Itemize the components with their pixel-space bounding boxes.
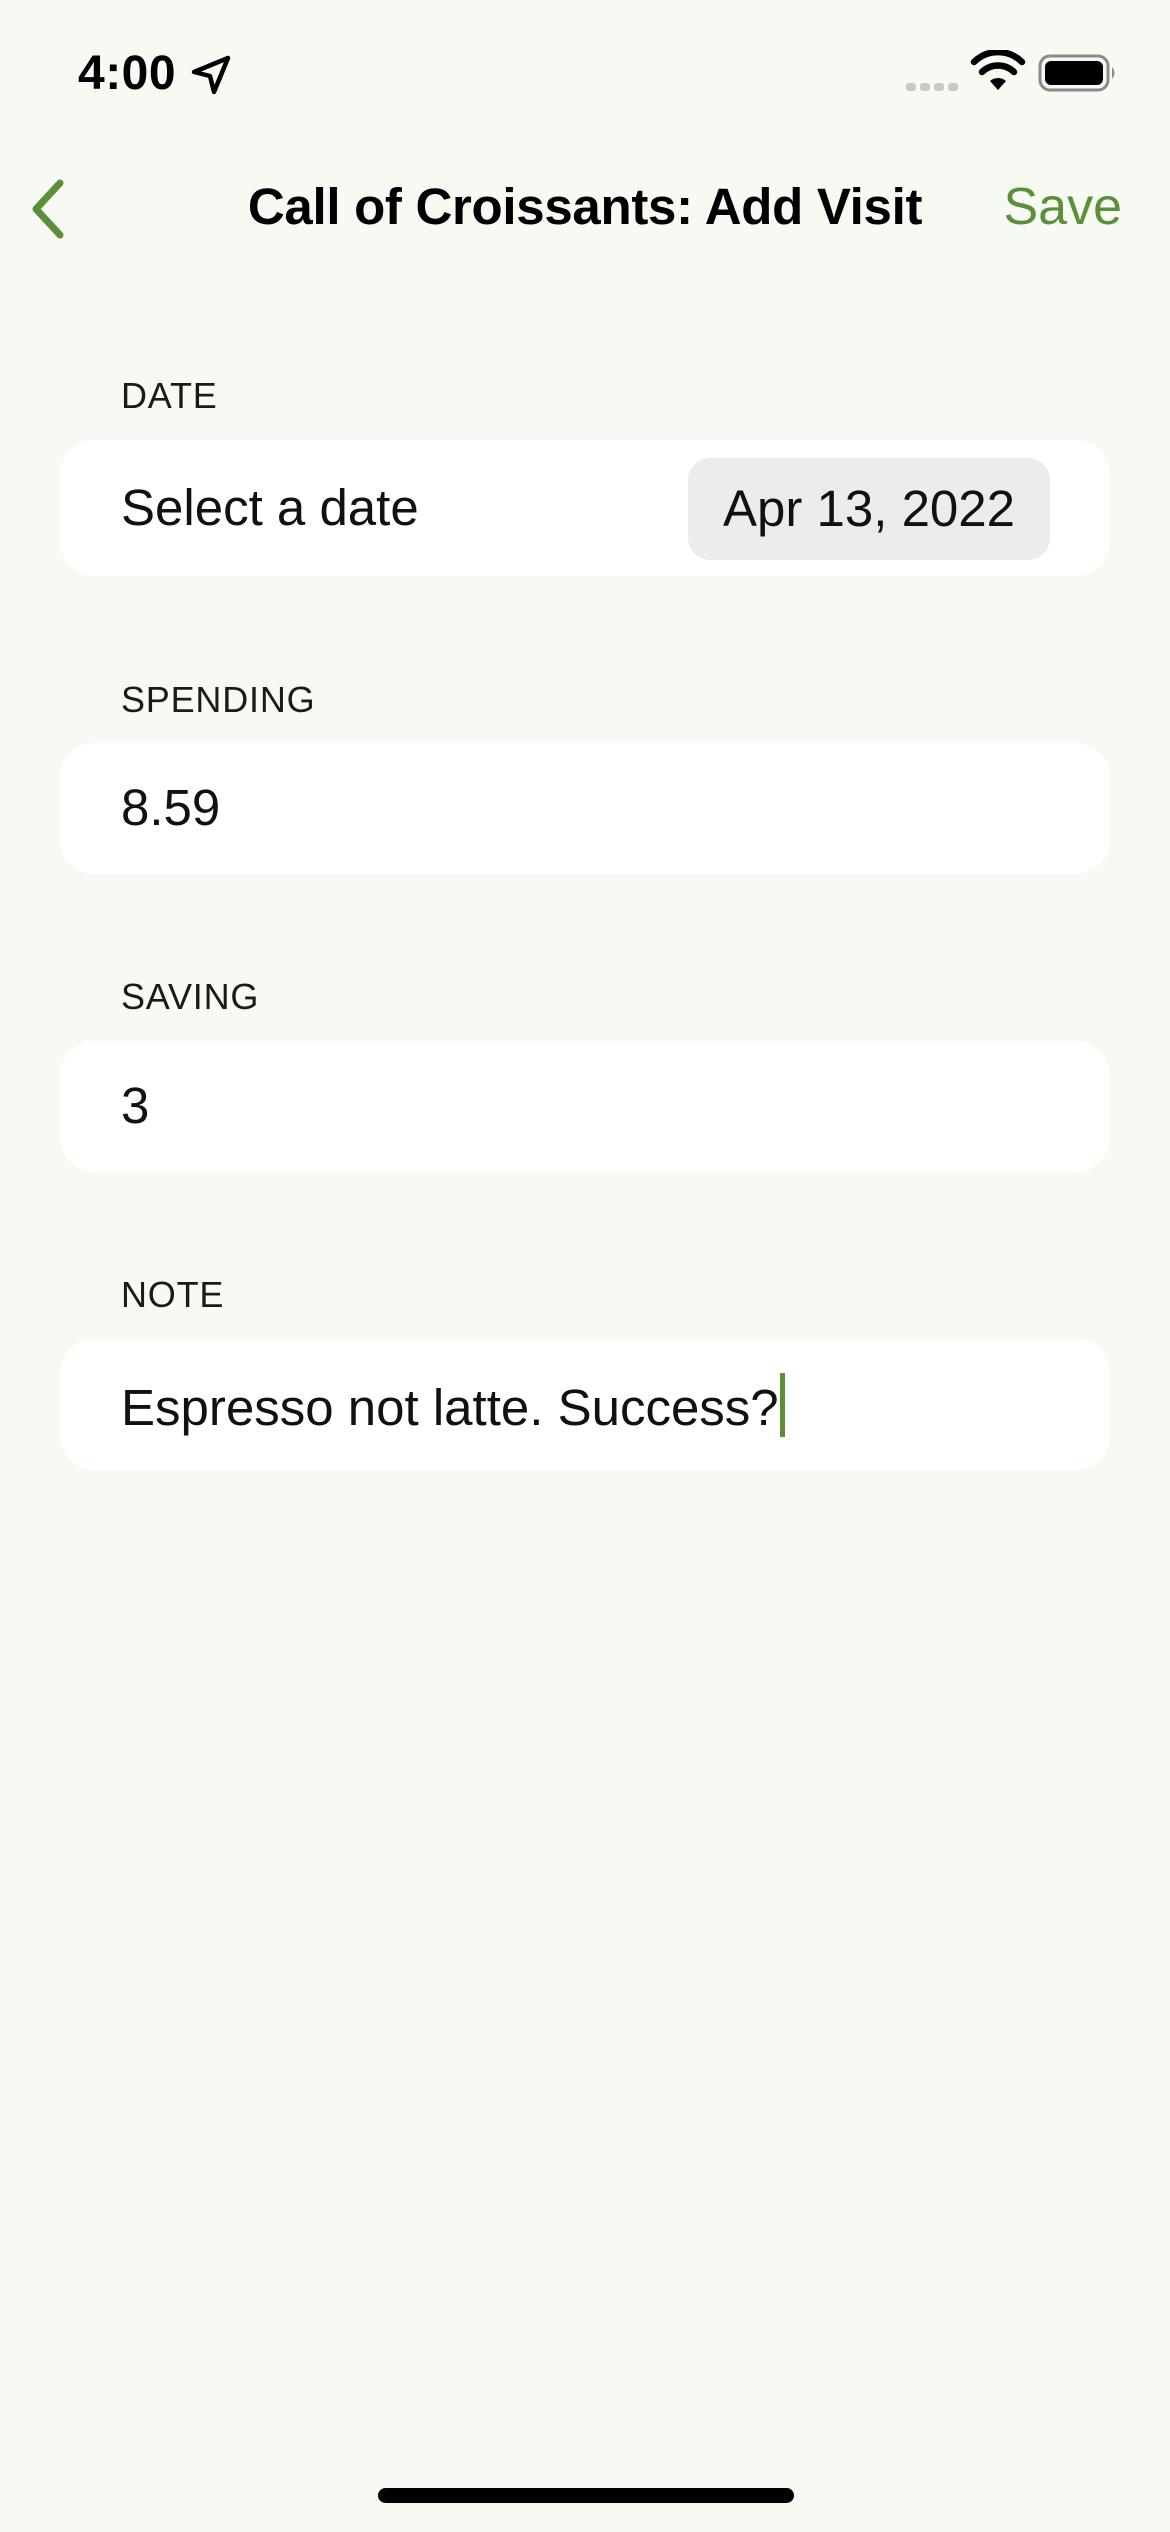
status-bar: 4:00 <box>0 0 1170 150</box>
saving-value: 3 <box>121 1077 150 1134</box>
spending-section-header: SPENDING <box>121 679 316 720</box>
spending-input[interactable]: 8.59 <box>60 743 1110 874</box>
page-title: Call of Croissants: Add Visit <box>247 178 923 235</box>
cellular-signal-icon <box>906 83 958 91</box>
note-card: Espresso not latte. Success? <box>60 1339 1110 1470</box>
spending-value: 8.59 <box>121 779 221 836</box>
spending-card: 8.59 <box>60 743 1110 874</box>
date-picker-button[interactable]: Apr 13, 2022 <box>688 458 1050 560</box>
save-button[interactable]: Save <box>1003 174 1122 240</box>
date-label: Select a date <box>121 479 419 536</box>
navigation-bar: Call of Croissants: Add Visit Save <box>0 150 1170 266</box>
saving-input[interactable]: 3 <box>60 1041 1110 1172</box>
saving-card: 3 <box>60 1041 1110 1172</box>
status-time: 4:00 <box>78 47 177 100</box>
note-value-line: Espresso not latte. Success? <box>121 1373 785 1439</box>
date-section-header: DATE <box>121 375 218 416</box>
note-section-header: NOTE <box>121 1274 225 1315</box>
note-value: Espresso not latte. Success? <box>121 1379 779 1436</box>
location-arrow-icon <box>191 55 231 95</box>
date-card: Select a date Apr 13, 2022 <box>60 440 1110 576</box>
home-indicator[interactable] <box>378 2488 794 2503</box>
note-input[interactable]: Espresso not latte. Success? <box>60 1339 1110 1470</box>
wifi-icon <box>970 50 1026 90</box>
saving-section-header: SAVING <box>121 976 260 1017</box>
text-cursor <box>779 1373 785 1437</box>
battery-icon <box>1038 54 1115 92</box>
